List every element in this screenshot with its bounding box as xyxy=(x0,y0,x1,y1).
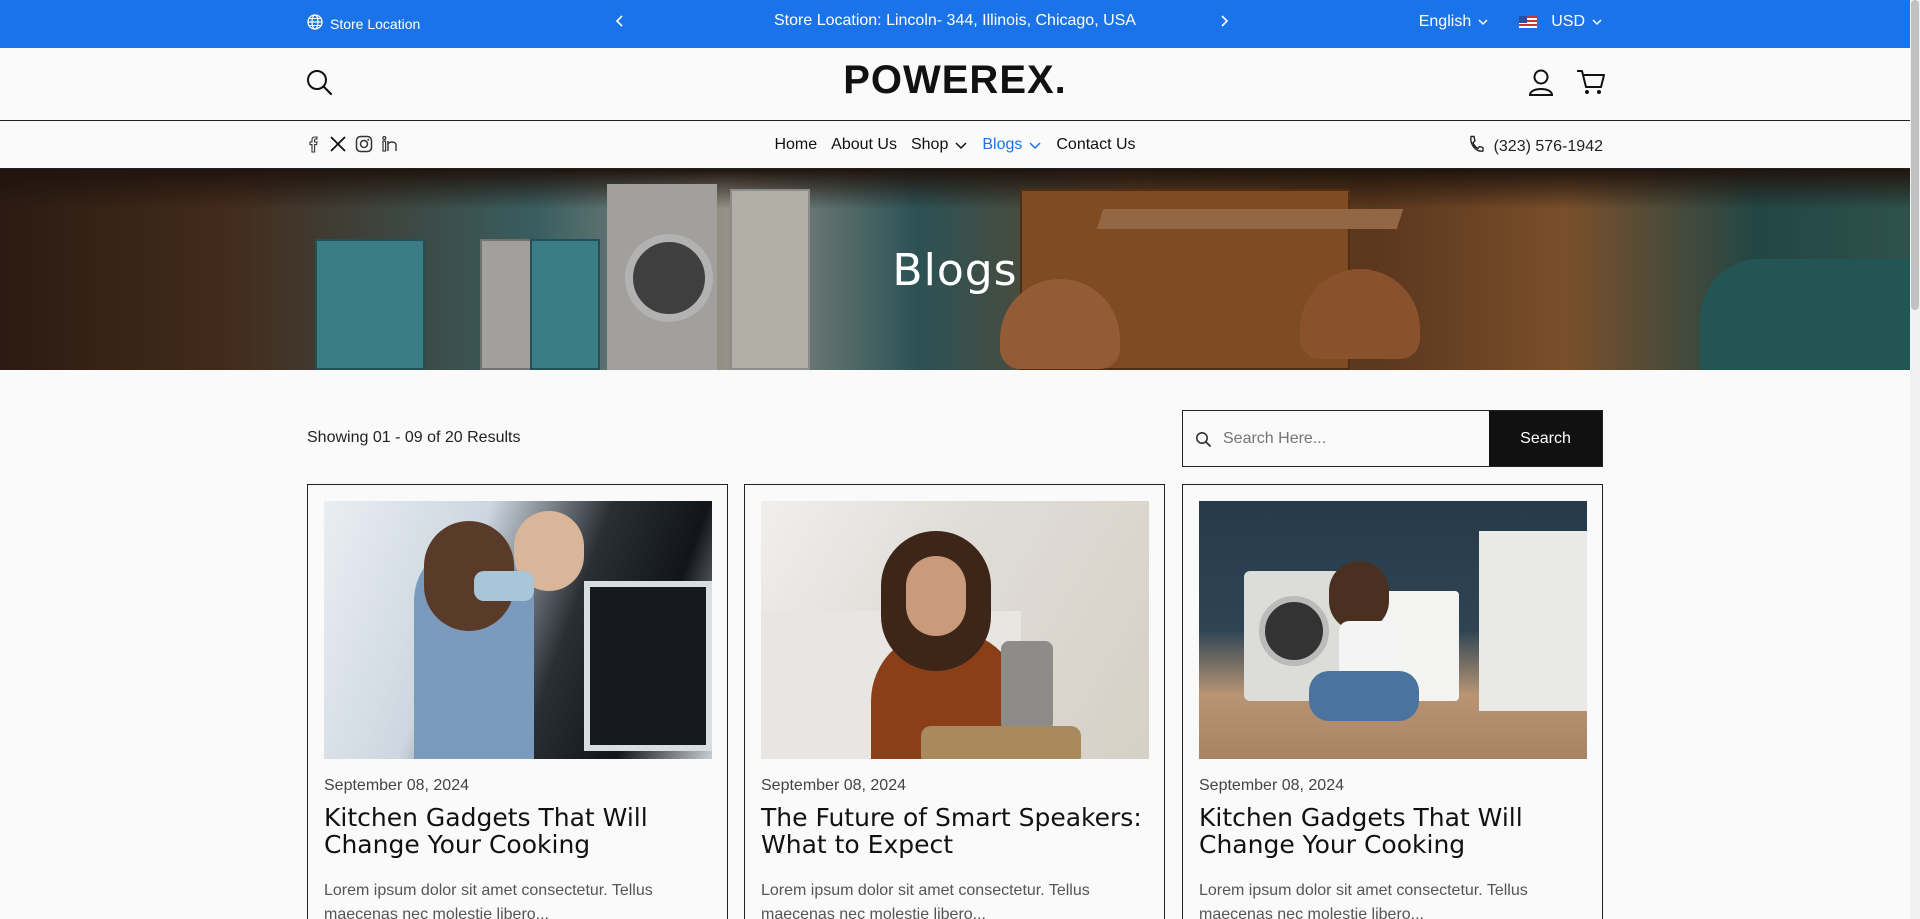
microwave-figure xyxy=(584,581,712,751)
blog-card-image[interactable] xyxy=(1199,501,1587,759)
person-figure xyxy=(906,556,966,636)
post-date: September 08, 2024 xyxy=(1199,777,1344,794)
mask-figure xyxy=(474,571,534,601)
nav-item-contact-us[interactable]: Contact Us xyxy=(1056,136,1135,154)
nav-item-about-us[interactable]: About Us xyxy=(831,136,897,154)
chevron-down-icon xyxy=(1592,19,1602,26)
announcement-next-icon[interactable] xyxy=(1218,8,1230,34)
post-excerpt: Lorem ipsum dolor sit amet consectetur. … xyxy=(1199,882,1528,919)
washer-figure xyxy=(1259,596,1329,666)
page-title: Blogs xyxy=(892,245,1018,296)
page: Store Location Store Location: Lincoln- … xyxy=(0,0,1920,919)
blog-card-image[interactable] xyxy=(324,501,712,759)
us-flag-icon xyxy=(1519,16,1538,28)
blog-card[interactable]: September 08, 2024 Kitchen Gadgets That … xyxy=(307,484,728,919)
locale-selectors: English USD xyxy=(1419,13,1603,31)
person-figure xyxy=(1309,671,1419,721)
basket-figure xyxy=(921,726,1081,759)
nav-item-label: Blogs xyxy=(982,136,1023,153)
search-button[interactable]: Search xyxy=(1489,411,1602,466)
blog-search: Search xyxy=(1182,410,1603,467)
search-input[interactable] xyxy=(1223,411,1489,466)
post-title[interactable]: The Future of Smart Speakers: What to Ex… xyxy=(761,804,1151,858)
page-scrollbar[interactable] xyxy=(1910,0,1920,919)
phone-number: (323) 576-1942 xyxy=(1493,137,1603,155)
nav-item-home[interactable]: Home xyxy=(774,136,817,154)
announcement-text: Store Location: Lincoln- 344, Illinois, … xyxy=(774,12,1136,29)
search-icon xyxy=(1183,411,1223,466)
chevron-down-icon xyxy=(955,142,967,150)
post-excerpt: Lorem ipsum dolor sit amet consectetur. … xyxy=(761,882,1090,919)
blog-card-image[interactable] xyxy=(761,501,1149,759)
nav-item-shop[interactable]: Shop xyxy=(911,136,968,154)
site-logo[interactable]: POWEREX. xyxy=(0,58,1910,103)
user-icon[interactable] xyxy=(1528,68,1554,101)
nav-item-label: Shop xyxy=(910,136,949,153)
blog-card[interactable]: September 08, 2024 Kitchen Gadgets That … xyxy=(1182,484,1603,919)
top-bar-inner: Store Location Store Location: Lincoln- … xyxy=(307,0,1603,48)
site-header: POWEREX. xyxy=(0,48,1910,121)
chevron-down-icon xyxy=(1029,142,1041,150)
currency-select[interactable]: USD xyxy=(1519,13,1603,31)
post-title[interactable]: Kitchen Gadgets That Will Change Your Co… xyxy=(1199,804,1589,858)
main-nav: Home About Us Shop Blogs Contact Us (323… xyxy=(0,121,1910,169)
phone-contact[interactable]: (323) 576-1942 xyxy=(1468,135,1603,158)
language-value: English xyxy=(1418,13,1472,30)
blog-card[interactable]: September 08, 2024 The Future of Smart S… xyxy=(744,484,1165,919)
nav-menu: Home About Us Shop Blogs Contact Us xyxy=(0,136,1910,154)
cabinet-figure xyxy=(1479,531,1587,711)
speaker-figure xyxy=(1001,641,1053,731)
post-excerpt: Lorem ipsum dolor sit amet consectetur. … xyxy=(324,882,653,919)
nav-item-label: Home xyxy=(774,136,818,153)
top-bar: Store Location Store Location: Lincoln- … xyxy=(0,0,1910,48)
cart-icon[interactable] xyxy=(1576,68,1606,101)
nav-item-label: About Us xyxy=(831,136,897,153)
scrollbar-thumb[interactable] xyxy=(1911,0,1919,310)
nav-item-blogs[interactable]: Blogs xyxy=(982,136,1042,154)
chevron-down-icon xyxy=(1478,19,1488,26)
nav-item-label: Contact Us xyxy=(1056,136,1136,153)
currency-value: USD xyxy=(1551,13,1585,30)
phone-icon xyxy=(1468,135,1484,158)
post-title[interactable]: Kitchen Gadgets That Will Change Your Co… xyxy=(324,804,714,858)
hero-banner: Blogs xyxy=(0,169,1910,370)
post-date: September 08, 2024 xyxy=(761,777,906,794)
results-count: Showing 01 - 09 of 20 Results xyxy=(307,429,521,446)
language-select[interactable]: English xyxy=(1419,13,1489,31)
post-date: September 08, 2024 xyxy=(324,777,469,794)
